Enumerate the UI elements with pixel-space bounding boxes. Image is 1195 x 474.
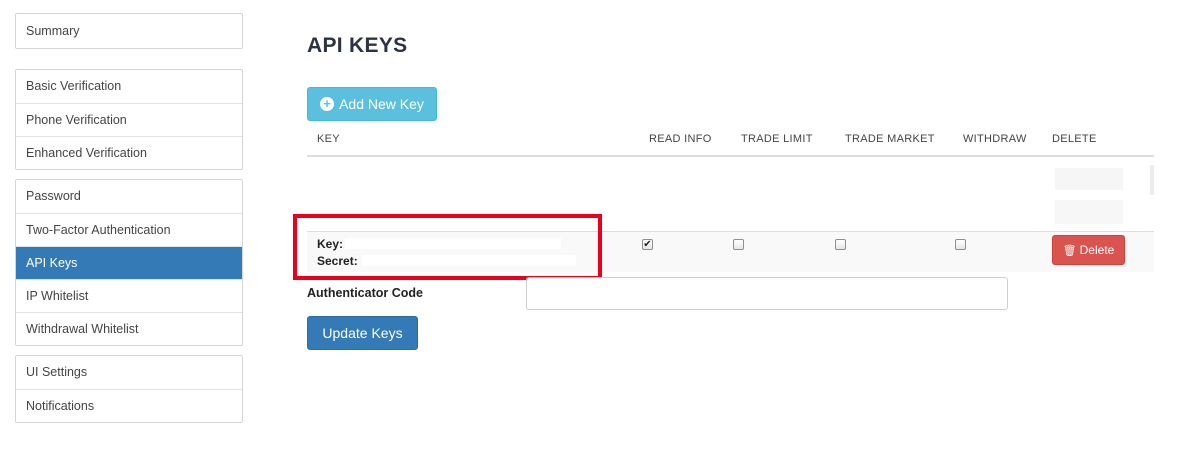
plus-circle-icon: + — [320, 97, 335, 111]
redacted-area — [1055, 200, 1123, 224]
sidebar-item-phone-verification[interactable]: Phone Verification — [16, 103, 242, 136]
sidebar-group-preferences: UI Settings Notifications — [15, 355, 243, 423]
sidebar-item-two-factor-authentication[interactable]: Two-Factor Authentication — [16, 213, 242, 246]
sidebar-item-notifications[interactable]: Notifications — [16, 389, 242, 422]
sidebar-item-summary[interactable]: Summary — [16, 14, 242, 48]
authenticator-code-input[interactable] — [526, 277, 1008, 310]
sidebar-item-withdrawal-whitelist[interactable]: Withdrawal Whitelist — [16, 312, 242, 345]
column-header-trade-limit: TRADE LIMIT — [741, 133, 813, 145]
sidebar-item-ip-whitelist[interactable]: IP Whitelist — [16, 279, 242, 312]
column-header-delete: DELETE — [1052, 133, 1097, 145]
sidebar-item-password[interactable]: Password — [16, 180, 242, 213]
add-new-key-label: Add New Key — [339, 96, 424, 112]
redacted-area — [1055, 168, 1123, 190]
sidebar-item-enhanced-verification[interactable]: Enhanced Verification — [16, 136, 242, 169]
trade-market-checkbox[interactable] — [835, 239, 846, 250]
sidebar-item-basic-verification[interactable]: Basic Verification — [16, 70, 242, 103]
read-info-checkbox[interactable]: ✔ — [642, 239, 653, 250]
sidebar-group-verification: Basic Verification Phone Verification En… — [15, 69, 243, 170]
withdraw-checkbox[interactable] — [955, 239, 966, 250]
sidebar-item-api-keys[interactable]: API Keys — [16, 246, 242, 279]
column-header-withdraw: WITHDRAW — [963, 133, 1027, 145]
table-header-divider — [307, 155, 1154, 157]
authenticator-code-label: Authenticator Code — [307, 286, 423, 300]
highlight-box — [293, 214, 602, 280]
delete-label: Delete — [1079, 243, 1115, 257]
delete-key-button[interactable]: 🗑 Delete — [1052, 235, 1125, 265]
update-keys-button[interactable]: Update Keys — [307, 316, 418, 350]
column-header-key: KEY — [317, 133, 340, 145]
sidebar-group-summary: Summary — [15, 13, 243, 49]
column-header-read-info: READ INFO — [649, 133, 712, 145]
redacted-area — [1150, 165, 1154, 195]
column-header-trade-market: TRADE MARKET — [845, 133, 935, 145]
page-title: API KEYS — [307, 34, 408, 57]
trash-icon: 🗑 — [1062, 244, 1077, 257]
trade-limit-checkbox[interactable] — [733, 239, 744, 250]
add-new-key-button[interactable]: + Add New Key — [307, 87, 437, 121]
sidebar-item-ui-settings[interactable]: UI Settings — [16, 356, 242, 389]
settings-sidebar: Summary Basic Verification Phone Verific… — [15, 13, 243, 432]
sidebar-group-security: Password Two-Factor Authentication API K… — [15, 179, 243, 346]
